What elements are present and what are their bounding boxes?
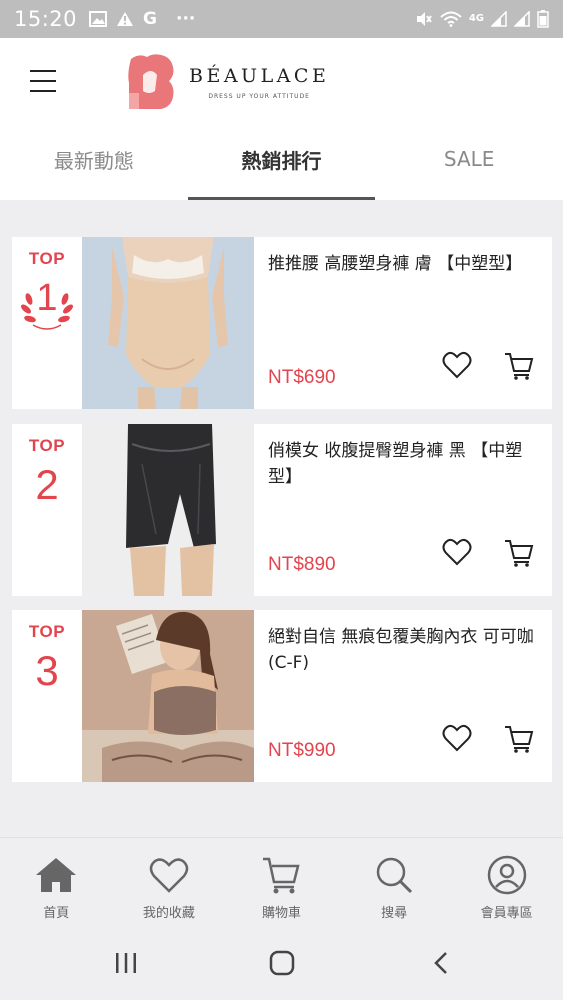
rank-number: 2 [35, 461, 59, 508]
image-icon [89, 11, 108, 27]
rank-badge: TOP 1 [12, 237, 82, 409]
search-icon [372, 854, 416, 896]
brand-logo[interactable]: BÉAULACE DRESS UP YOUR ATTITUDE [125, 52, 329, 112]
menu-icon[interactable] [30, 70, 56, 92]
home-button-icon[interactable] [268, 949, 296, 977]
rank-badge: TOP 3 [12, 610, 82, 782]
tab-latest-news[interactable]: 最新動態 [0, 128, 188, 200]
product-list: TOP 1 推推腰 高腰塑身褲 膚 【中塑型】 NT$690 TOP 2 俏模女… [0, 200, 563, 837]
product-title[interactable]: 俏模女 收腹提臀塑身褲 黑 【中塑型】 [268, 438, 538, 490]
nav-favorites[interactable]: 我的收藏 [113, 838, 226, 925]
rank-badge: TOP 2 [12, 424, 82, 596]
battery-icon [537, 10, 549, 28]
product-price: NT$890 [268, 554, 336, 575]
warning-icon [117, 12, 134, 26]
status-time: 15:20 [14, 7, 78, 31]
heart-icon [147, 854, 191, 896]
app-header: BÉAULACE DRESS UP YOUR ATTITUDE [0, 38, 563, 128]
product-card[interactable]: TOP 3 絕對自信 無痕包覆美胸內衣 可可咖 (C-F) NT$990 [12, 610, 552, 782]
product-image[interactable] [82, 610, 254, 782]
laurel-wreath-icon: 1 [17, 275, 77, 337]
mute-icon [416, 12, 432, 26]
signal-icon [514, 11, 530, 27]
nav-cart[interactable]: 購物車 [225, 838, 338, 925]
cart-icon[interactable] [504, 538, 534, 568]
nav-search[interactable]: 搜尋 [338, 838, 451, 925]
heart-icon[interactable] [442, 351, 472, 379]
rank-label: TOP [28, 249, 66, 268]
signal-icon [491, 11, 507, 27]
product-image[interactable] [82, 424, 254, 596]
nav-home[interactable]: 首頁 [0, 838, 113, 925]
nav-label: 購物車 [261, 906, 301, 921]
cart-icon [259, 854, 303, 896]
user-icon [485, 854, 529, 896]
cart-icon[interactable] [504, 351, 534, 381]
brand-tagline: DRESS UP YOUR ATTITUDE [208, 92, 310, 100]
wifi-icon [440, 11, 462, 27]
rank-label: TOP [28, 436, 66, 455]
heart-icon[interactable] [442, 724, 472, 752]
product-price: NT$690 [268, 367, 336, 388]
logo-mark-icon [128, 54, 174, 109]
tab-sale[interactable]: SALE [375, 128, 563, 200]
nav-label: 會員專區 [480, 906, 533, 921]
system-nav [0, 925, 563, 1000]
rank-number: 3 [35, 647, 59, 694]
network-type: 4G [468, 13, 484, 24]
rank-label: TOP [28, 622, 66, 641]
product-price: NT$990 [268, 740, 336, 761]
rank-number: 1 [36, 277, 58, 319]
nav-label: 我的收藏 [142, 906, 195, 921]
tab-best-sellers[interactable]: 熱銷排行 [187, 128, 376, 200]
brand-name: BÉAULACE [189, 64, 330, 87]
home-icon [34, 854, 78, 896]
product-card[interactable]: TOP 1 推推腰 高腰塑身褲 膚 【中塑型】 NT$690 [12, 237, 552, 409]
back-icon[interactable] [428, 949, 456, 977]
product-image[interactable] [82, 237, 254, 409]
heart-icon[interactable] [442, 538, 472, 566]
cart-icon[interactable] [504, 724, 534, 754]
nav-label: 首頁 [43, 906, 70, 921]
nav-label: 搜尋 [381, 906, 408, 921]
recent-apps-icon[interactable] [112, 949, 140, 977]
product-title[interactable]: 推推腰 高腰塑身褲 膚 【中塑型】 [268, 251, 538, 277]
bottom-nav: 首頁 我的收藏 購物車 搜尋 會員專區 [0, 837, 563, 925]
more-dots-icon: ··· [176, 9, 196, 29]
product-card[interactable]: TOP 2 俏模女 收腹提臀塑身褲 黑 【中塑型】 NT$890 [12, 424, 552, 596]
status-bar: 15:20 G ··· 4G [0, 0, 563, 38]
tab-bar: 最新動態 熱銷排行 SALE [0, 128, 563, 200]
product-title[interactable]: 絕對自信 無痕包覆美胸內衣 可可咖 (C-F) [268, 624, 538, 676]
nav-member[interactable]: 會員專區 [450, 838, 563, 925]
google-icon: G [143, 9, 157, 29]
